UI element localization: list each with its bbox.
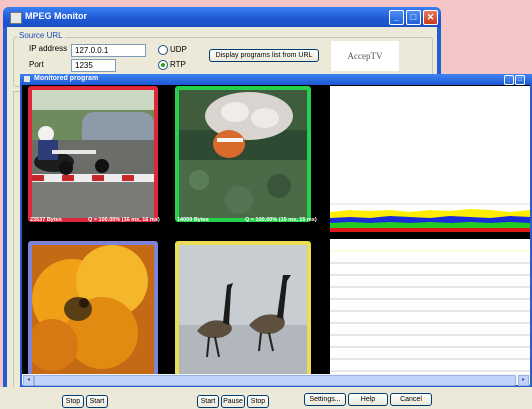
source-url-legend: Source URL — [17, 31, 65, 40]
horizontal-scrollbar[interactable]: ◂ ▸ — [22, 374, 530, 386]
cancel-button[interactable]: Cancel — [390, 393, 432, 406]
tile-2-quality: Q = 100.00% (15 ms, 15 ms) — [245, 217, 317, 223]
video-tile-2[interactable] — [175, 86, 311, 222]
audio-level-panel — [330, 86, 530, 232]
rtp-radio[interactable] — [158, 60, 168, 70]
settings-button[interactable]: Settings... — [304, 393, 346, 406]
stop-button-2[interactable]: Stop — [247, 395, 269, 408]
anemone-frame — [179, 90, 307, 218]
start-button-2[interactable]: Start — [197, 395, 219, 408]
monitor-window-title: Monitored program — [34, 75, 99, 82]
main-titlebar[interactable]: MPEG Monitor _ □ ✕ — [3, 7, 441, 27]
kart-frame — [32, 90, 154, 218]
monitor-minimize-button[interactable]: _ — [504, 75, 514, 85]
close-button[interactable]: ✕ — [423, 10, 438, 25]
scroll-left-arrow[interactable]: ◂ — [23, 375, 34, 386]
acceptv-logo: AccepTV — [331, 41, 399, 71]
display-programs-button[interactable]: Display programs list from URL — [209, 49, 319, 62]
video-tile-1[interactable] — [28, 86, 158, 222]
tile-2-bytes: 14009 Bytes — [177, 217, 209, 223]
scroll-thumb[interactable] — [34, 375, 516, 386]
udp-label: UDP — [170, 45, 187, 54]
port-label: Port — [29, 60, 44, 69]
bottom-toolbar: Stop Start Start Pause Stop Settings... … — [0, 387, 532, 409]
app-icon — [10, 12, 22, 24]
udp-radio[interactable] — [158, 45, 168, 55]
audio-level-bars — [330, 203, 530, 232]
monitor-titlebar[interactable]: Monitored program _ □ — [20, 74, 532, 85]
ip-label: IP address — [29, 44, 68, 53]
video-tile-4[interactable] — [175, 241, 311, 381]
help-button[interactable]: Help — [348, 393, 388, 406]
rtp-label: RTP — [170, 60, 186, 69]
video-tile-3[interactable] — [28, 241, 158, 381]
tile-1-bytes: 23537 Bytes — [30, 217, 62, 223]
monitor-app-icon — [24, 76, 30, 82]
geese-frame — [179, 245, 307, 377]
monitor-grid: 23537 Bytes Q = 100.00% (16 ms, 16 ms) 1… — [22, 85, 530, 385]
tile-1-quality: Q = 100.00% (16 ms, 16 ms) — [88, 217, 160, 223]
main-window-title: MPEG Monitor — [25, 11, 87, 21]
port-field[interactable]: 1235 — [71, 59, 116, 72]
flower-frame — [32, 245, 154, 377]
monitored-program-window: Monitored program _ □ 23537 Bytes Q = 10… — [20, 74, 532, 387]
ip-address-field[interactable]: 127.0.0.1 — [71, 44, 146, 57]
scroll-right-arrow[interactable]: ▸ — [518, 375, 529, 386]
audio-history-panel — [330, 239, 530, 385]
maximize-button[interactable]: □ — [406, 10, 421, 25]
pause-button[interactable]: Pause — [221, 395, 245, 408]
start-button-1[interactable]: Start — [86, 395, 108, 408]
stop-button-1[interactable]: Stop — [62, 395, 84, 408]
minimize-button[interactable]: _ — [389, 10, 404, 25]
monitor-maximize-button[interactable]: □ — [515, 75, 525, 85]
audio-history-lines — [330, 250, 530, 372]
